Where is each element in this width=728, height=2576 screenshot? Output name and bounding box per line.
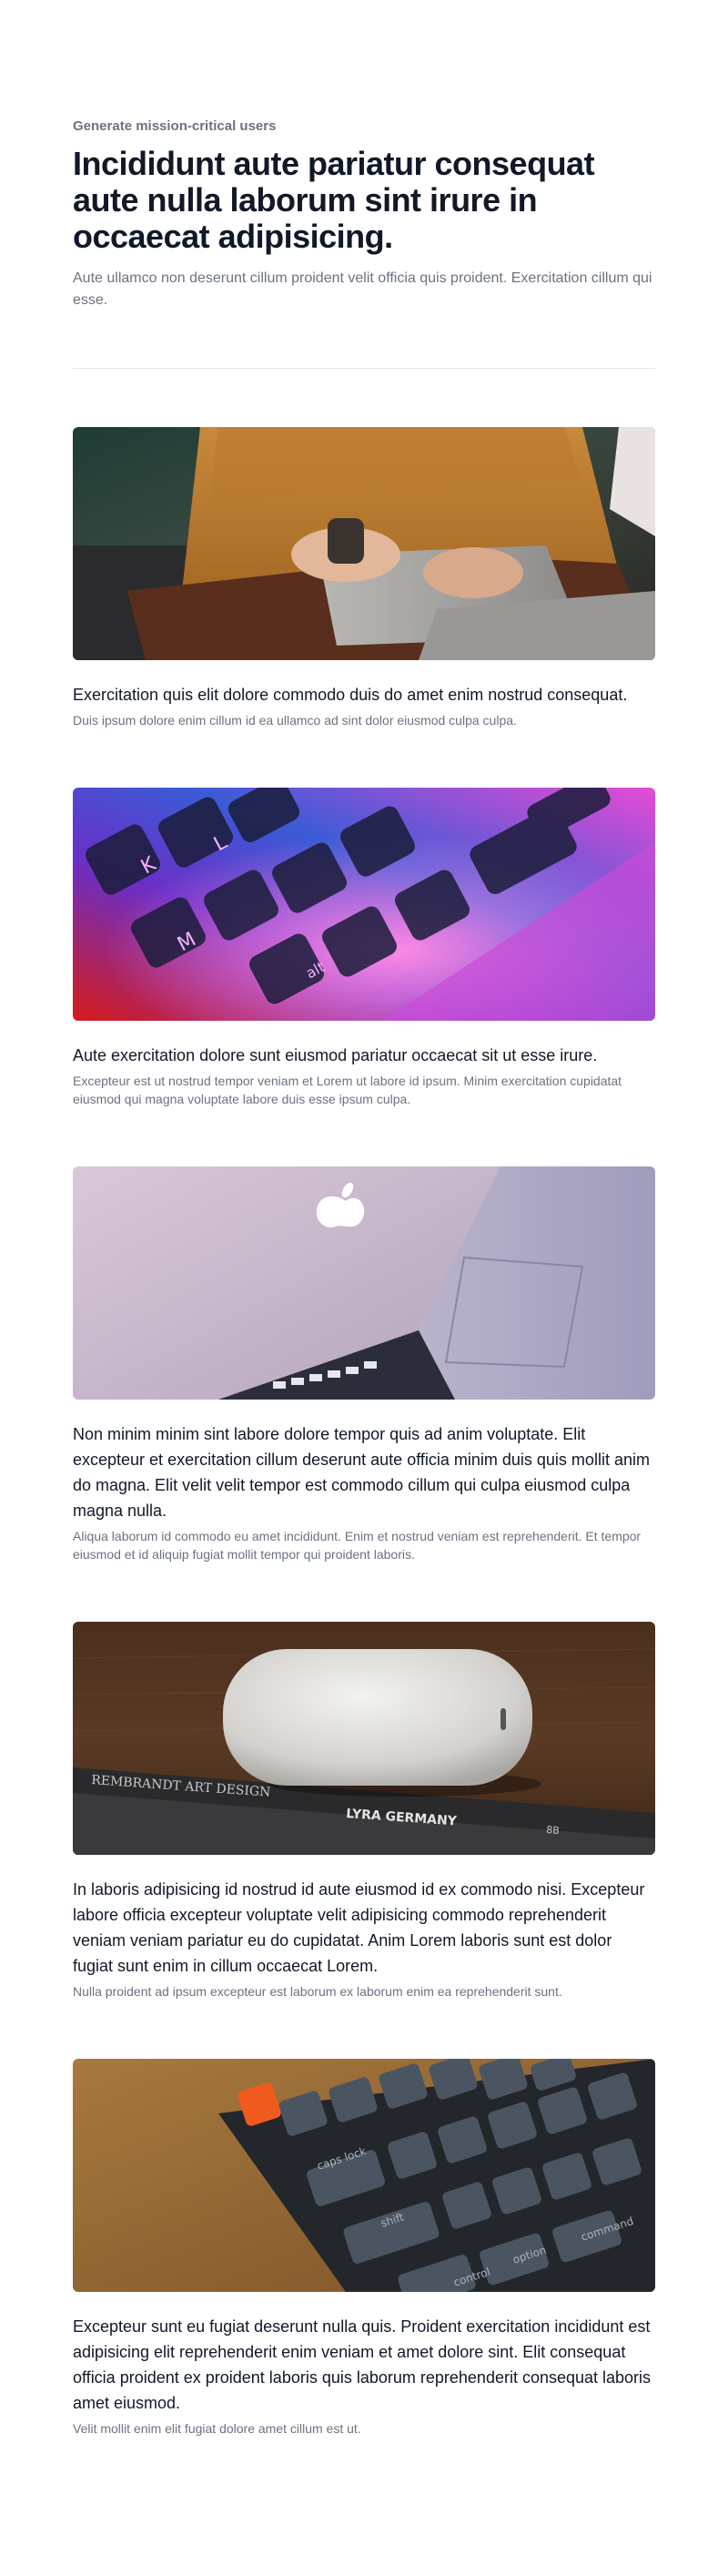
post-description: Duis ipsum dolore enim cillum id ea ulla…	[73, 713, 517, 728]
post-link[interactable]: Non minim minim sint labore dolore tempo…	[73, 1166, 655, 1523]
post-title: Non minim minim sint labore dolore tempo…	[73, 1425, 650, 1520]
post-image-mechanical-keyboard[interactable]: caps lock shift control option command	[73, 2059, 655, 2292]
post-description: Excepteur est ut nostrud tempor veniam e…	[73, 1074, 622, 1106]
post-title: Excepteur sunt eu fugiat deserunt nulla …	[73, 2317, 652, 2412]
macbook-lid-photo	[73, 1166, 655, 1400]
post-card: caps lock shift control option command E…	[73, 2059, 655, 2438]
post-title: In laboris adipisicing id nostrud id aut…	[73, 1880, 645, 1975]
eyebrow: Generate mission-critical users	[73, 118, 277, 134]
page-title: Incididunt aute pariatur consequat aute …	[73, 145, 595, 255]
divider	[73, 368, 655, 369]
page-subtitle: Aute ullamco non deserunt cillum proiden…	[73, 270, 652, 308]
post-image-airpods-case[interactable]: REMBRANDT ART DESIGN LYRA GERMANY 8B	[73, 1622, 655, 1855]
post-card: K L M alt Aute exercitation dolore sunt …	[73, 788, 655, 1108]
post-card: Non minim minim sint labore dolore tempo…	[73, 1166, 655, 1563]
post-image-colorful-keyboard[interactable]: K L M alt	[73, 788, 655, 1021]
post-image-macbook-lid[interactable]	[73, 1166, 655, 1400]
mechanical-keyboard-photo: caps lock shift control option command	[73, 2059, 655, 2292]
colorful-keyboard-photo: K L M alt	[73, 788, 655, 1021]
blog-section: Generate mission-critical users Incididu…	[73, 0, 655, 2438]
post-card: Exercitation quis elit dolore commodo du…	[73, 427, 655, 729]
post-link[interactable]: REMBRANDT ART DESIGN LYRA GERMANY 8B In …	[73, 1622, 655, 1979]
post-card: REMBRANDT ART DESIGN LYRA GERMANY 8B In …	[73, 1622, 655, 2001]
laptop-typing-photo	[73, 427, 655, 660]
post-image-laptop-typing[interactable]	[73, 427, 655, 660]
section-header: Generate mission-critical users Incididu…	[73, 0, 655, 311]
pencil-label-3: 8B	[546, 1824, 560, 1837]
airpods-case-photo: REMBRANDT ART DESIGN LYRA GERMANY 8B	[73, 1622, 655, 1855]
post-link[interactable]: Exercitation quis elit dolore commodo du…	[73, 427, 655, 708]
post-title: Aute exercitation dolore sunt eiusmod pa…	[73, 1046, 598, 1064]
post-description: Aliqua laborum id commodo eu amet incidi…	[73, 1529, 642, 1562]
post-link[interactable]: caps lock shift control option command E…	[73, 2059, 655, 2416]
post-description: Velit mollit enim elit fugiat dolore ame…	[73, 2421, 361, 2436]
post-title: Exercitation quis elit dolore commodo du…	[73, 686, 628, 704]
post-description: Nulla proident ad ipsum excepteur est la…	[73, 1984, 562, 1999]
post-link[interactable]: K L M alt Aute exercitation dolore sunt …	[73, 788, 655, 1068]
